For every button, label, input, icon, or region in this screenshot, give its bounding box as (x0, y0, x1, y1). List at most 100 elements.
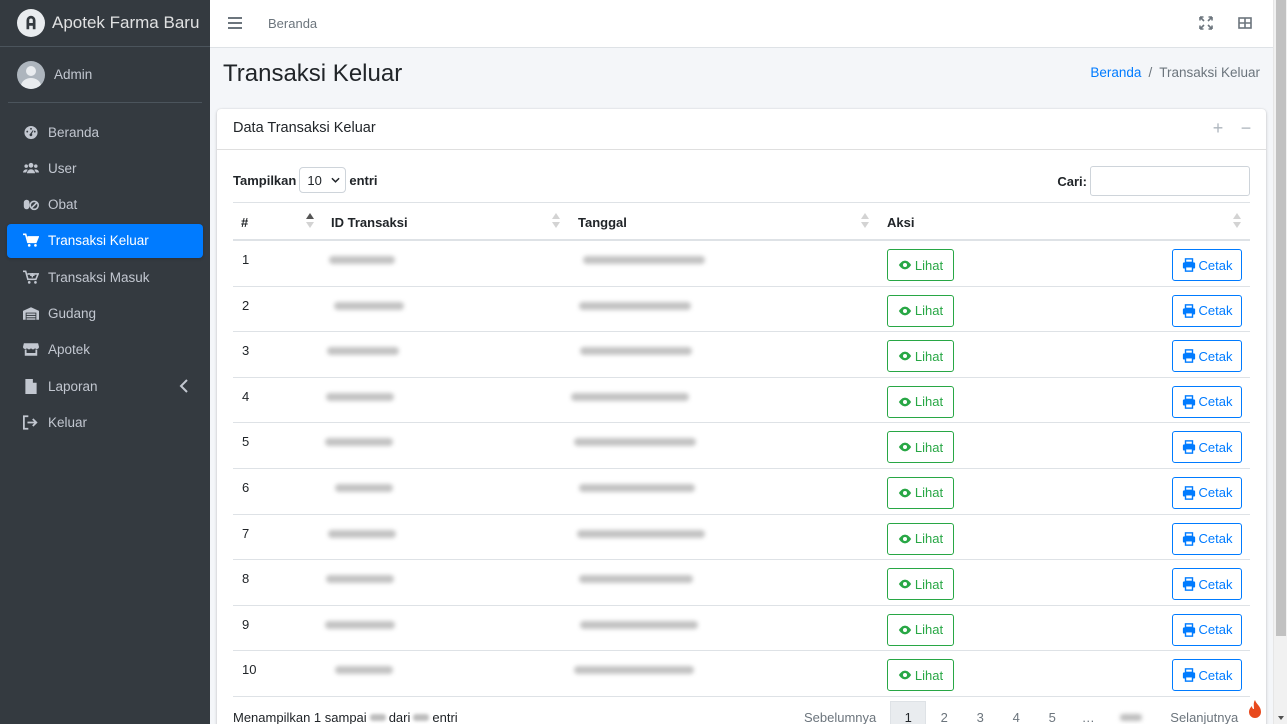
topbar-home-link[interactable]: Beranda (268, 16, 317, 31)
minus-icon[interactable]: − (1239, 119, 1253, 137)
sidebar-item-label: User (48, 160, 77, 176)
view-button[interactable]: Lihat (887, 522, 954, 555)
sidebar-item-user[interactable]: User (7, 151, 203, 185)
view-button[interactable]: Lihat (887, 476, 954, 509)
sidebar-item-laporan[interactable]: Laporan (7, 369, 203, 403)
redacted-value (413, 714, 430, 721)
user-panel[interactable]: Admin (8, 47, 202, 103)
sidebar-item-label: Beranda (48, 124, 100, 140)
table-body: 1 Lihat Cetak 2 Lihat Cetak 3 Lihat Cetak 4 Lihat C… (233, 241, 1250, 697)
eye-icon (898, 304, 915, 318)
view-button[interactable]: Lihat (887, 613, 954, 646)
print-button[interactable]: Cetak (1172, 249, 1242, 281)
menu-icon[interactable] (228, 16, 242, 30)
view-button[interactable]: Lihat (887, 431, 954, 464)
scroll-down-arrow-icon[interactable] (1278, 716, 1284, 720)
redacted-transaction-id (329, 256, 395, 264)
sidebar-item-apotek[interactable]: Apotek (7, 333, 203, 367)
sidebar-item-transaksi-masuk[interactable]: Transaksi Masuk (7, 260, 203, 294)
print-button-label: Cetak (1198, 439, 1233, 455)
pagination-last-page[interactable] (1120, 713, 1143, 721)
column-header-actions[interactable]: Aksi (887, 215, 914, 230)
page-length-select[interactable]: 10 (299, 167, 347, 193)
info-prefix: Menampilkan 1 sampai (233, 710, 367, 724)
redacted-transaction-id (335, 483, 393, 492)
sidebar-nav: Beranda User Obat Transaksi Keluar Trans… (0, 115, 210, 439)
view-button[interactable]: Lihat (887, 568, 954, 601)
print-button-label: Cetak (1198, 485, 1233, 501)
brand[interactable]: Apotek Farma Baru (0, 0, 210, 47)
print-icon (1182, 394, 1199, 409)
redacted-transaction-id (334, 301, 404, 310)
pagination-page-2[interactable]: 2 (926, 701, 962, 724)
chevron-left-icon (179, 379, 189, 393)
table-header: # ID Transaksi Tanggal Aksi (233, 202, 1250, 241)
sort-icon (1233, 213, 1241, 229)
print-icon (1182, 577, 1199, 591)
table-row: 4 Lihat Cetak (233, 378, 1250, 424)
redacted-transaction-date (577, 529, 705, 538)
sidebar-item-obat[interactable]: Obat (7, 188, 203, 222)
print-button-label: Cetak (1198, 303, 1233, 319)
print-icon (1182, 349, 1199, 364)
sidebar: Apotek Farma Baru Admin Beranda User Oba… (0, 0, 210, 724)
print-button[interactable]: Cetak (1172, 385, 1242, 418)
pagination-page-4[interactable]: 4 (998, 701, 1034, 724)
print-button[interactable]: Cetak (1172, 659, 1242, 692)
view-button[interactable]: Lihat (887, 294, 954, 327)
eye-icon (898, 258, 915, 272)
eye-icon (898, 577, 915, 591)
sidebar-item-transaksi-keluar[interactable]: Transaksi Keluar (7, 223, 203, 258)
breadcrumb-home[interactable]: Beranda (1090, 65, 1141, 80)
pagination-page-5[interactable]: 5 (1034, 701, 1070, 724)
sidebar-item-gudang[interactable]: Gudang (7, 296, 203, 330)
dashboard-icon (22, 124, 40, 140)
print-button-label: Cetak (1198, 257, 1233, 273)
pagination-page-1[interactable]: 1 (890, 701, 927, 724)
pagination-previous[interactable]: Sebelumnya (794, 701, 890, 724)
info-suffix: entri (432, 710, 458, 724)
plus-icon[interactable]: + (1211, 119, 1225, 137)
print-button[interactable]: Cetak (1172, 340, 1242, 373)
view-button[interactable]: Lihat (887, 340, 954, 373)
print-button[interactable]: Cetak (1172, 568, 1242, 601)
card-header: Data Transaksi Keluar + − (217, 109, 1266, 150)
print-icon (1182, 622, 1199, 637)
grid-icon[interactable] (1238, 16, 1254, 32)
table-row: 6 Lihat Cetak (233, 469, 1250, 515)
print-button[interactable]: Cetak (1172, 294, 1242, 327)
print-button-label: Cetak (1198, 576, 1233, 592)
fullscreen-icon[interactable] (1199, 16, 1215, 32)
search-input[interactable] (1090, 166, 1250, 196)
table-row: 3 Lihat Cetak (233, 332, 1250, 378)
print-button[interactable]: Cetak (1172, 613, 1242, 646)
print-button[interactable]: Cetak (1172, 476, 1242, 509)
table-row: 5 Lihat Cetak (233, 423, 1250, 469)
page-scrollbar[interactable] (1273, 0, 1287, 724)
view-button[interactable]: Lihat (887, 659, 954, 692)
redacted-transaction-date (571, 392, 689, 401)
scrollbar-thumb[interactable] (1276, 0, 1286, 636)
print-icon (1182, 303, 1199, 318)
row-number: 3 (242, 343, 250, 359)
page-length-value: 10 (307, 172, 322, 188)
print-button[interactable]: Cetak (1172, 522, 1242, 555)
view-button[interactable]: Lihat (887, 385, 954, 418)
view-button-label: Lihat (914, 394, 944, 410)
column-header-id[interactable]: ID Transaksi (331, 215, 408, 230)
breadcrumb: Beranda / Transaksi Keluar (1090, 65, 1260, 80)
table-row: 1 Lihat Cetak (233, 241, 1250, 287)
pagination-next[interactable]: Selanjutnya (1156, 701, 1244, 724)
sidebar-item-keluar[interactable]: Keluar (7, 405, 203, 439)
redacted-transaction-date (579, 301, 691, 310)
pagination-page-3[interactable]: 3 (962, 701, 998, 724)
view-button-label: Lihat (914, 485, 944, 501)
print-button[interactable]: Cetak (1172, 431, 1242, 464)
sidebar-item-label: Obat (48, 197, 78, 213)
view-button-label: Lihat (914, 348, 944, 364)
column-header-date[interactable]: Tanggal (578, 215, 627, 230)
column-header-no[interactable]: # (241, 215, 248, 230)
view-button[interactable]: Lihat (887, 249, 954, 281)
table-row: 7 Lihat Cetak (233, 515, 1250, 561)
sidebar-item-beranda[interactable]: Beranda (7, 115, 203, 149)
